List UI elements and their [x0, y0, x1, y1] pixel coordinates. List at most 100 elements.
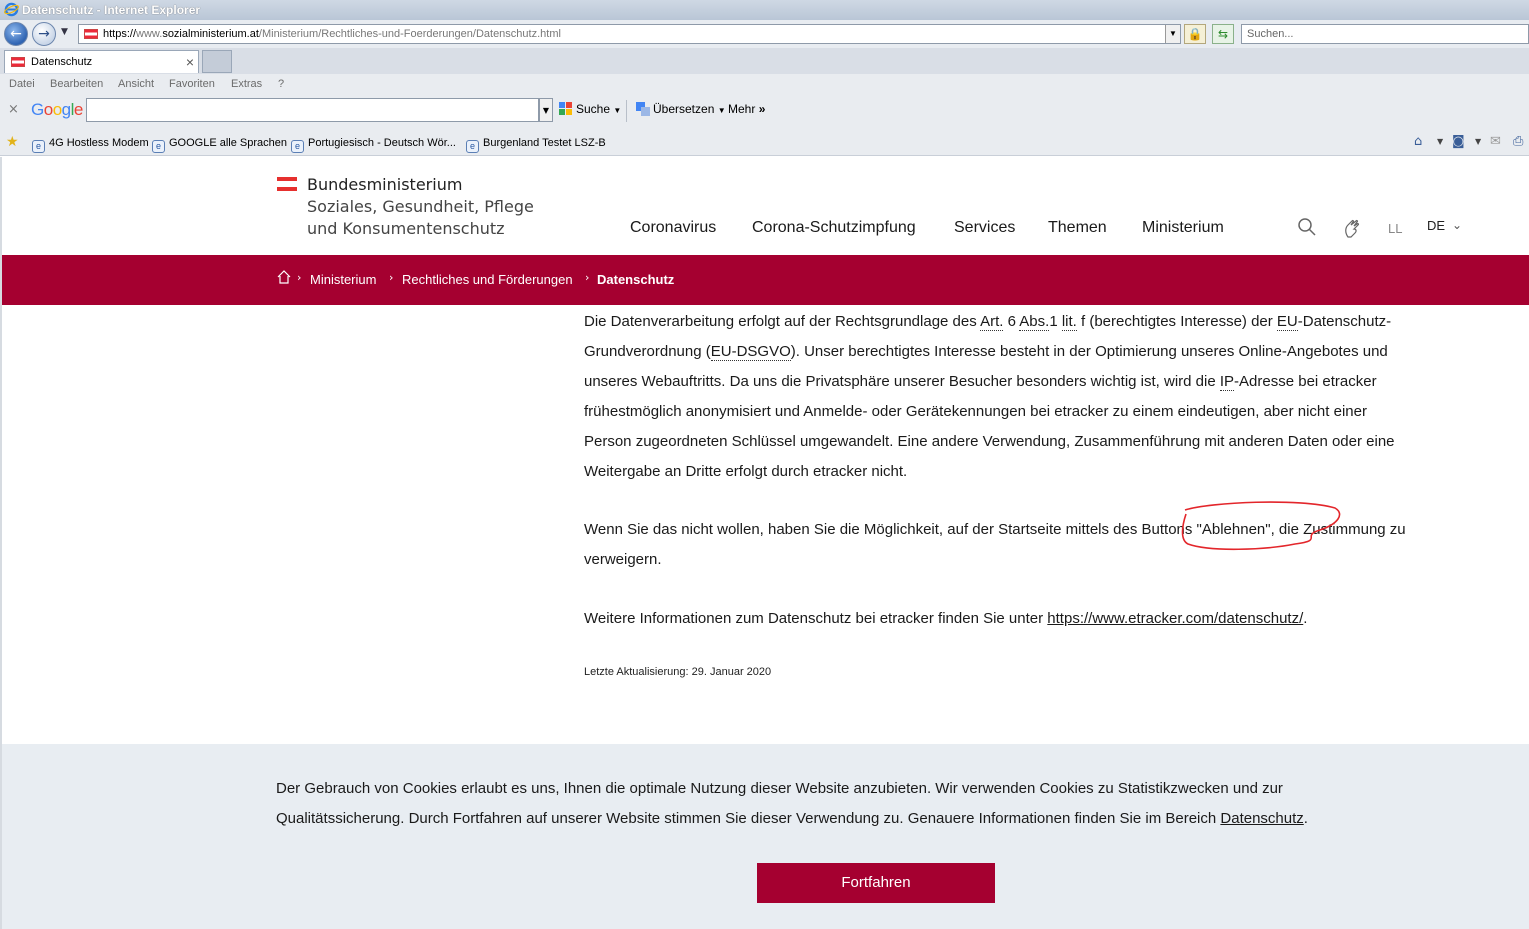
- translate-button[interactable]: Übersetzen ▼: [636, 102, 726, 116]
- abbr-ip: IP: [1219, 373, 1235, 391]
- arrow-right-icon: →: [38, 26, 50, 42]
- ie-page-icon: e: [152, 140, 165, 153]
- browser-search-input[interactable]: Suchen...: [1241, 24, 1529, 44]
- text-line: verweigern.: [584, 551, 662, 568]
- chevron-down-icon: ▼: [717, 106, 726, 115]
- menu-extras[interactable]: Extras: [231, 78, 262, 90]
- refresh-icon[interactable]: ⇆: [1212, 24, 1234, 44]
- window-titlebar: Datenschutz - Internet Explorer: [0, 0, 1529, 20]
- google-logo-letter: o: [43, 100, 53, 119]
- chevron-down-icon[interactable]: ⌄: [1452, 218, 1462, 232]
- chevron-right-icon: ›: [585, 271, 590, 284]
- google-logo-letter: G: [31, 100, 44, 119]
- globe-icon: e: [32, 140, 45, 153]
- austria-flag-icon: [277, 177, 297, 192]
- rss-feed-icon[interactable]: ◙: [1452, 134, 1465, 149]
- menu-ansicht[interactable]: Ansicht: [118, 78, 154, 90]
- search-icon[interactable]: [1297, 217, 1317, 237]
- forward-button[interactable]: →: [32, 22, 56, 46]
- more-button[interactable]: Mehr »: [728, 102, 765, 116]
- lock-icon[interactable]: 🔒: [1184, 24, 1206, 44]
- menu-favoriten[interactable]: Favoriten: [169, 78, 215, 90]
- text-line: unseres Webauftritts. Da uns die Privats…: [584, 373, 1377, 391]
- chevron-down-icon[interactable]: ▼: [1437, 137, 1443, 146]
- breadcrumb-ministerium[interactable]: Ministerium: [310, 272, 376, 287]
- toolbar-divider: [626, 100, 627, 122]
- abbr-art: Art.: [980, 313, 1004, 331]
- favorite-item[interactable]: e Burgenland Testet LSZ-B: [466, 137, 606, 153]
- new-tab-button[interactable]: [202, 50, 232, 73]
- favorite-item[interactable]: e GOOGLE alle Sprachen: [152, 137, 287, 153]
- site-favicon-icon: [84, 29, 98, 39]
- continue-button[interactable]: Fortfahren: [757, 863, 995, 903]
- ministry-logo-line2[interactable]: Soziales, Gesundheit, Pflege: [307, 197, 534, 216]
- favorites-star-icon[interactable]: ★: [6, 134, 19, 150]
- site-header: Bundesministerium Soziales, Gesundheit, …: [2, 157, 1529, 255]
- double-chevron-right-icon: »: [758, 102, 766, 116]
- tab-strip: Datenschutz ×: [0, 48, 1529, 74]
- menu-bearbeiten[interactable]: Bearbeiten: [50, 78, 103, 90]
- datenschutz-link[interactable]: Datenschutz: [1220, 810, 1303, 827]
- abbr-eu-dsgvo: EU-DSGVO: [710, 343, 791, 361]
- breadcrumb-rechtliches[interactable]: Rechtliches und Förderungen: [402, 272, 573, 287]
- close-tab-icon[interactable]: ×: [186, 54, 194, 70]
- abbr-lit: lit.: [1061, 313, 1077, 331]
- ie-page-icon: e: [291, 140, 304, 153]
- address-dropdown-icon[interactable]: ▼: [1165, 25, 1180, 43]
- arrow-left-icon: ←: [10, 26, 22, 42]
- breadcrumb: › Ministerium › Rechtliches und Förderun…: [2, 255, 1529, 305]
- window-title: Datenschutz - Internet Explorer: [22, 3, 201, 17]
- chevron-right-icon: ›: [297, 271, 302, 284]
- google-toolbar: × Google ▼ Suche ▼ Übersetzen ▼ Mehr »: [0, 96, 1529, 126]
- cookie-banner: Der Gebrauch von Cookies erlaubt es uns,…: [2, 744, 1529, 929]
- nav-coronavirus[interactable]: Coronavirus: [630, 219, 716, 237]
- close-toolbar-icon[interactable]: ×: [8, 102, 19, 117]
- google-search-button[interactable]: Suche ▼: [559, 102, 621, 116]
- ministry-logo-line1[interactable]: Bundesministerium: [307, 175, 462, 194]
- internet-explorer-icon: [4, 2, 19, 17]
- menu-datei[interactable]: Datei: [9, 78, 35, 90]
- google-search-icon: [559, 102, 572, 115]
- address-bar[interactable]: https://www.sozialministerium.at/Ministe…: [78, 24, 1181, 44]
- google-logo-letter: o: [52, 100, 62, 119]
- home-icon[interactable]: [276, 269, 292, 285]
- tab-favicon-icon: [11, 57, 25, 67]
- translate-label: Übersetzen: [653, 102, 715, 116]
- history-dropdown-icon[interactable]: ▼: [61, 27, 68, 37]
- last-updated: Letzte Aktualisierung: 29. Januar 2020: [584, 666, 772, 678]
- tab-label: Datenschutz: [31, 56, 93, 68]
- favorite-item[interactable]: e 4G Hostless Modem: [32, 137, 149, 153]
- more-label: Mehr: [728, 102, 756, 116]
- nav-corona-schutzimpfung[interactable]: Corona-Schutzimpfung: [752, 219, 916, 237]
- back-button[interactable]: ←: [4, 22, 28, 46]
- paragraph-legal-basis: Die Datenverarbeitung erfolgt auf der Re…: [584, 307, 1484, 487]
- url-prefix: www.: [136, 28, 163, 40]
- text-line: Weitergabe an Dritte erfolgt durch etrac…: [584, 463, 908, 480]
- text-line: frühestmöglich anonymisiert und Anmelde-…: [584, 403, 1367, 420]
- language-selector[interactable]: DE: [1427, 218, 1445, 233]
- ministry-logo-line3[interactable]: und Konsumentenschutz: [307, 219, 505, 238]
- sign-language-icon[interactable]: [1342, 217, 1362, 239]
- mail-icon[interactable]: ✉: [1490, 134, 1501, 149]
- text-line: Wenn Sie das nicht wollen, haben Sie die…: [584, 521, 1406, 538]
- google-logo: Google: [31, 100, 83, 120]
- etracker-privacy-link[interactable]: https://www.etracker.com/datenschutz/: [1047, 610, 1303, 627]
- nav-services[interactable]: Services: [954, 219, 1015, 237]
- google-dropdown-icon[interactable]: ▼: [539, 98, 553, 122]
- easy-language-link[interactable]: LL: [1388, 221, 1402, 236]
- google-logo-letter: e: [73, 100, 83, 119]
- nav-ministerium[interactable]: Ministerium: [1142, 219, 1224, 237]
- menu-help[interactable]: ?: [278, 78, 284, 90]
- google-search-input[interactable]: [86, 98, 539, 122]
- home-icon[interactable]: ⌂: [1414, 134, 1422, 149]
- favorite-item[interactable]: e Portugiesisch - Deutsch Wör...: [291, 137, 456, 153]
- menu-bar: Datei Bearbeiten Ansicht Favoriten Extra…: [0, 74, 1529, 96]
- ie-page-icon: e: [466, 140, 479, 153]
- tab-datenschutz[interactable]: Datenschutz ×: [4, 50, 199, 73]
- chevron-down-icon[interactable]: ▼: [1475, 137, 1481, 146]
- google-search-label: Suche: [576, 102, 611, 116]
- print-icon[interactable]: ⎙: [1513, 134, 1523, 149]
- nav-themen[interactable]: Themen: [1048, 219, 1107, 237]
- chevron-right-icon: ›: [389, 271, 394, 284]
- google-logo-letter: g: [61, 100, 71, 119]
